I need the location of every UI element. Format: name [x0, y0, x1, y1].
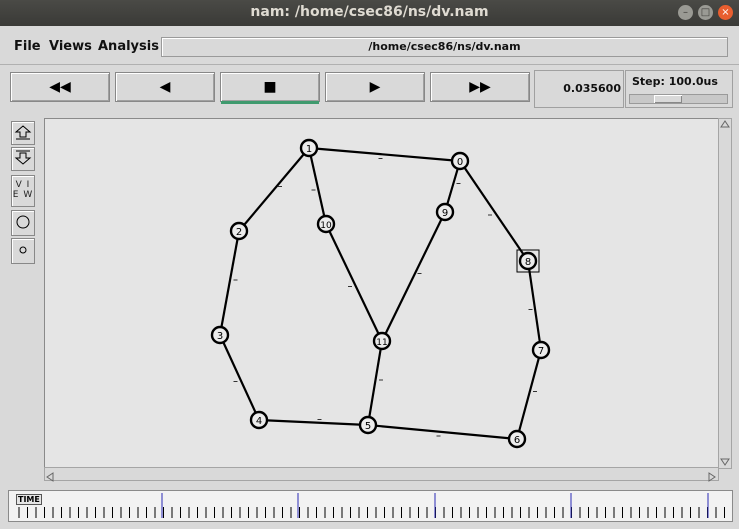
- node-label: 11: [376, 338, 387, 348]
- link-5-11[interactable]: [366, 340, 384, 426]
- play-icon: ▶: [369, 79, 381, 95]
- link-2-3[interactable]: [218, 230, 241, 336]
- close-button[interactable]: ×: [718, 5, 733, 20]
- circle-small-icon: [19, 246, 27, 254]
- link-1-0[interactable]: [308, 146, 461, 163]
- stop-icon: ■: [263, 79, 277, 95]
- rewind-button[interactable]: ◀◀: [10, 72, 110, 102]
- scroll-arrows-icon: [720, 120, 730, 466]
- node-label: 1: [306, 144, 312, 155]
- timeline-label: TIME: [16, 494, 42, 505]
- link-8-7[interactable]: [526, 260, 543, 351]
- node-label: 0: [457, 157, 463, 168]
- node-label: 8: [525, 257, 531, 268]
- stop-button[interactable]: ■: [220, 72, 320, 104]
- back-icon: ◀: [159, 79, 171, 95]
- node-3[interactable]: 3: [210, 325, 230, 345]
- node-label: 4: [256, 416, 262, 427]
- step-control: Step: 100.0us: [625, 70, 733, 108]
- step-slider[interactable]: [629, 94, 728, 104]
- small-node-button[interactable]: [11, 238, 35, 264]
- view-label-top: V I: [15, 180, 31, 190]
- vertical-scrollbar[interactable]: [718, 118, 732, 469]
- timeline[interactable]: TIME: [8, 490, 733, 522]
- maximize-button[interactable]: □: [698, 5, 713, 20]
- fast-forward-icon: ▶▶: [469, 79, 491, 95]
- node-0[interactable]: 0: [450, 151, 470, 171]
- large-node-button[interactable]: [11, 210, 35, 236]
- node-label: 6: [514, 435, 520, 446]
- window-title: nam: /home/csec86/ns/dv.nam: [250, 4, 489, 20]
- node-label: 2: [236, 227, 242, 238]
- view-label-bottom: E W: [12, 190, 34, 200]
- link-3-4[interactable]: [219, 334, 260, 421]
- network-canvas[interactable]: 0 1 2 3 4 5 6 7 8 9 10 11: [44, 118, 719, 468]
- file-path-display: /home/csec86/ns/dv.nam: [161, 37, 728, 57]
- node-10[interactable]: 10: [316, 214, 336, 234]
- node-8[interactable]: 8: [516, 249, 540, 273]
- scroll-arrows-icon: [46, 472, 716, 482]
- node-label: 3: [217, 331, 223, 342]
- circle-large-icon: [16, 215, 30, 229]
- node-9[interactable]: 9: [435, 202, 455, 222]
- view-button[interactable]: V I E W: [11, 175, 35, 207]
- link-5-6[interactable]: [367, 423, 518, 441]
- active-indicator: [221, 101, 319, 104]
- node-label: 10: [320, 221, 332, 231]
- link-9-11[interactable]: [381, 211, 446, 342]
- link-1-10[interactable]: [307, 147, 328, 225]
- menu-analysis[interactable]: Analysis: [98, 39, 159, 54]
- fast-forward-button[interactable]: ▶▶: [430, 72, 530, 102]
- topology-graph: 0 1 2 3 4 5 6 7 8 9 10 11: [210, 138, 551, 449]
- zoom-in-icon: [14, 125, 32, 140]
- horizontal-scrollbar[interactable]: [44, 467, 719, 482]
- zoom-out-button[interactable]: [11, 147, 35, 171]
- menu-views[interactable]: Views: [49, 39, 92, 54]
- link-4-5[interactable]: [258, 418, 369, 427]
- menu-file[interactable]: File: [14, 39, 41, 54]
- node-label: 9: [442, 208, 448, 219]
- link-10-11[interactable]: [325, 223, 383, 342]
- zoom-in-button[interactable]: [11, 121, 35, 145]
- link-7-6[interactable]: [515, 349, 543, 440]
- node-label: 5: [365, 421, 371, 432]
- step-slider-thumb[interactable]: [654, 95, 682, 103]
- zoom-out-icon: [14, 150, 32, 165]
- play-button[interactable]: ▶: [325, 72, 425, 102]
- rewind-icon: ◀◀: [49, 79, 71, 95]
- current-time: 0.035600: [563, 82, 621, 95]
- left-toolbar: V I E W: [8, 118, 36, 478]
- node-label: 7: [538, 346, 544, 357]
- node-6[interactable]: 6: [507, 429, 527, 449]
- node-1[interactable]: 1: [299, 138, 319, 158]
- link-1-2[interactable]: [238, 147, 310, 232]
- title-bar: nam: /home/csec86/ns/dv.nam – □ ×: [0, 0, 739, 26]
- link-0-8[interactable]: [459, 160, 529, 262]
- timeline-ticks: [18, 493, 725, 518]
- node-11[interactable]: 11: [372, 331, 392, 351]
- node-2[interactable]: 2: [229, 221, 249, 241]
- step-label: Step: 100.0us: [632, 75, 718, 88]
- node-5[interactable]: 5: [358, 415, 378, 435]
- node-4[interactable]: 4: [249, 410, 269, 430]
- node-7[interactable]: 7: [531, 340, 551, 360]
- step-back-button[interactable]: ◀: [115, 72, 215, 102]
- time-display: 0.035600: [534, 70, 624, 108]
- minimize-button[interactable]: –: [678, 5, 693, 20]
